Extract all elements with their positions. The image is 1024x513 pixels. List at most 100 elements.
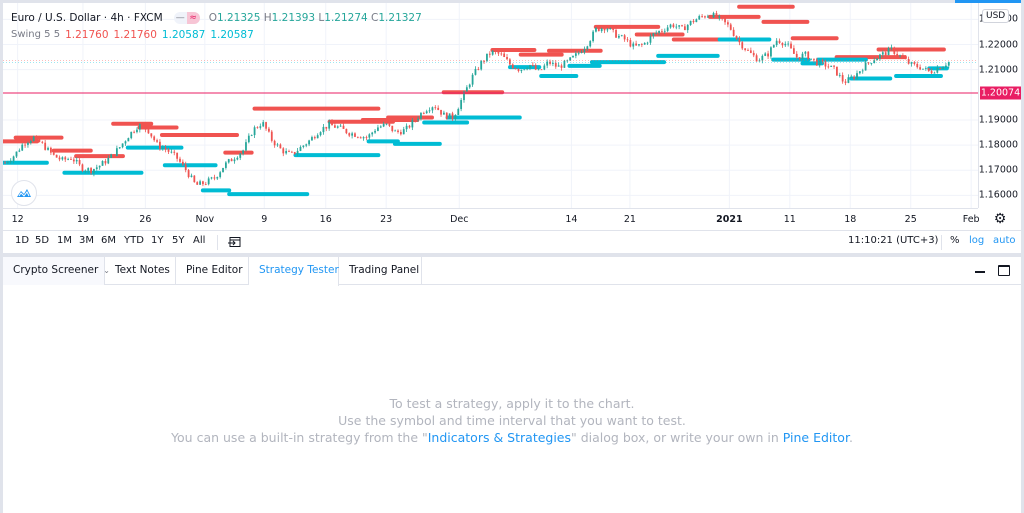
- candle-body: [176, 152, 179, 159]
- pine-editor-link[interactable]: Pine Editor: [783, 430, 849, 445]
- candle-body: [483, 60, 485, 62]
- candle-body: [451, 113, 454, 120]
- open-value: 1.21325: [216, 11, 261, 24]
- candle-body: [678, 25, 681, 27]
- range-1m-button[interactable]: 1M: [57, 235, 72, 246]
- auto-scale-button[interactable]: auto: [993, 235, 1016, 246]
- indicators-strategies-link[interactable]: Indicators & Strategies: [428, 430, 571, 445]
- log-scale-button[interactable]: log: [969, 235, 984, 246]
- price-tick-label: 1.18000: [978, 139, 1018, 151]
- candle-body: [847, 77, 850, 83]
- candle-body: [204, 184, 207, 185]
- candle-body: [916, 63, 919, 68]
- tab-text-notes[interactable]: Text Notes: [105, 257, 176, 285]
- candle-body: [118, 147, 121, 149]
- percent-scale-button[interactable]: %: [950, 235, 960, 246]
- candle-body: [612, 28, 615, 30]
- candle-body: [497, 51, 500, 54]
- range-1y-button[interactable]: 1Y: [151, 235, 163, 246]
- candle-body: [640, 44, 643, 45]
- go-to-date-icon[interactable]: [228, 235, 242, 249]
- candle-body: [377, 127, 379, 131]
- candle-body: [81, 164, 84, 172]
- candle-body: [279, 144, 282, 149]
- candle-body: [486, 53, 488, 62]
- time-axis[interactable]: 12 19 26 Nov 9 16 23 Dec 14 21 2021 11 18 25 Feb: [3, 208, 980, 230]
- panel-tabs: Crypto Screener ⌄ Text Notes Pine Editor …: [3, 257, 1021, 286]
- candle-body: [339, 125, 342, 127]
- candle-body: [465, 87, 468, 92]
- candle-body: [44, 142, 47, 150]
- compare-icon[interactable]: ≈: [186, 11, 200, 24]
- price-tick-label: 1.16000: [978, 189, 1018, 201]
- candle-body: [853, 76, 856, 79]
- candle-body: [164, 147, 167, 150]
- candle-body: [265, 122, 267, 129]
- tab-trading-panel[interactable]: Trading Panel: [339, 257, 422, 285]
- symbol-title[interactable]: Euro / U.S. Dollar · 4h · FXCM: [11, 12, 163, 24]
- candle-body: [156, 140, 158, 142]
- range-3m-button[interactable]: 3M: [79, 235, 94, 246]
- candle-body: [669, 24, 672, 28]
- candle-body: [222, 167, 224, 173]
- candle-body: [49, 147, 52, 153]
- candle-body: [626, 39, 629, 41]
- range-6m-button[interactable]: 6M: [101, 235, 116, 246]
- candle-body: [500, 53, 503, 55]
- minimize-icon[interactable]: [975, 271, 985, 273]
- indicator-legend[interactable]: Swing 5 5 1.21760 1.21760 1.20587 1.2058…: [11, 26, 422, 43]
- candle-body: [38, 136, 41, 142]
- range-5y-button[interactable]: 5Y: [172, 235, 184, 246]
- candle-body: [382, 123, 385, 127]
- indicator-name[interactable]: Swing 5 5: [11, 29, 60, 40]
- candle-body: [253, 127, 256, 136]
- legend-toggle[interactable]: — ≈: [173, 11, 200, 24]
- hide-icon[interactable]: —: [174, 12, 187, 24]
- candle-body: [649, 36, 652, 43]
- settings-gear-icon[interactable]: ⚙: [991, 210, 1009, 228]
- price-tick-label: 1.22000: [978, 39, 1018, 50]
- candle-body: [666, 27, 669, 31]
- candle-body: [331, 121, 333, 126]
- tab-pine-editor[interactable]: Pine Editor: [176, 257, 249, 285]
- candle-body: [431, 107, 434, 111]
- chart-pane[interactable]: Euro / U.S. Dollar · 4h · FXCM — ≈ O1.21…: [3, 3, 1021, 253]
- message-line-3: You can use a built-in strategy from the…: [171, 430, 853, 445]
- currency-button[interactable]: USD: [982, 9, 1010, 23]
- price-tick-label: 1.17000: [978, 164, 1018, 176]
- range-all-button[interactable]: All: [193, 235, 205, 246]
- candle-body: [945, 65, 947, 68]
- range-ytd-button[interactable]: YTD: [124, 235, 144, 246]
- price-tick-label: 1.19000: [978, 114, 1018, 126]
- candle-body: [922, 68, 924, 70]
- candle-body: [747, 49, 749, 51]
- range-5d-button[interactable]: 5D: [35, 235, 49, 246]
- candle-body: [706, 16, 709, 18]
- candle-body: [735, 35, 738, 39]
- tradingview-logo-icon[interactable]: [11, 180, 37, 206]
- candle-body: [468, 84, 471, 88]
- candle-body: [646, 42, 649, 44]
- candle-body: [563, 60, 566, 68]
- candle-body: [101, 161, 104, 166]
- candle-body: [804, 51, 807, 54]
- tab-crypto-screener[interactable]: Crypto Screener ⌄: [3, 257, 110, 285]
- range-1d-button[interactable]: 1D: [15, 235, 29, 246]
- price-axis[interactable]: 1.230001.220001.210001.190001.180001.170…: [978, 3, 1021, 208]
- empty-state-message: To test a strategy, apply it to the char…: [3, 395, 1021, 446]
- candle-body: [35, 136, 38, 138]
- maximize-icon[interactable]: [998, 265, 1010, 276]
- candle-body: [127, 138, 130, 142]
- candle-body: [589, 41, 592, 47]
- candle-body: [827, 66, 830, 68]
- candle-body: [856, 73, 858, 79]
- candle-body: [838, 75, 841, 76]
- clock-timezone[interactable]: 11:10:21 (UTC+3): [848, 235, 938, 246]
- candle-body: [764, 53, 767, 56]
- candle-body: [213, 177, 216, 179]
- tab-strategy-tester[interactable]: Strategy Tester: [249, 257, 339, 286]
- candle-body: [844, 81, 847, 83]
- candle-body: [686, 24, 689, 31]
- candle-body: [325, 126, 328, 129]
- candle-body: [227, 159, 230, 163]
